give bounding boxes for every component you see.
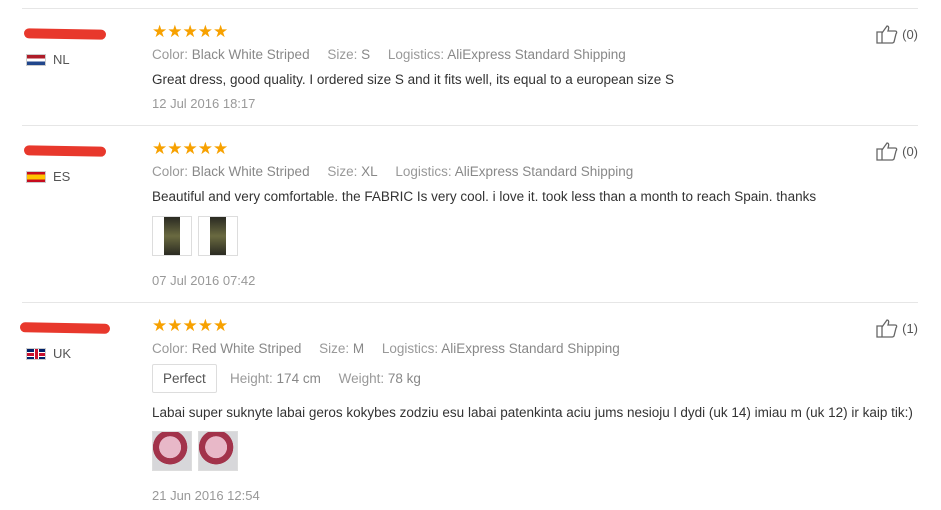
review-date: 12 Jul 2016 18:17 — [152, 96, 256, 111]
logistics-value: AliExpress Standard Shipping — [454, 164, 634, 179]
color-value: Black White Striped — [191, 47, 310, 62]
reviewer-country: ES — [26, 169, 70, 184]
size-value: XL — [361, 164, 378, 179]
review-photos — [152, 216, 238, 256]
review-date: 21 Jun 2016 12:54 — [152, 488, 260, 503]
redacted-username — [19, 322, 111, 334]
review-photos — [152, 431, 238, 471]
review-text: Beautiful and very comfortable. the FABR… — [152, 189, 817, 204]
fit-tag: Perfect — [152, 364, 217, 393]
color-value: Black White Striped — [191, 164, 310, 179]
thumbs-up-icon — [876, 25, 898, 44]
flag-nl-icon — [26, 53, 46, 66]
star-rating: ★★★★★ — [152, 139, 229, 158]
height-value: 174 cm — [276, 371, 321, 386]
country-code: ES — [53, 169, 71, 184]
size-value: S — [361, 47, 371, 62]
country-code: UK — [53, 346, 72, 361]
helpful-button[interactable]: (0) — [875, 24, 918, 44]
logistics-value: AliExpress Standard Shipping — [441, 341, 620, 356]
helpful-button[interactable]: (0) — [875, 141, 918, 161]
review-photo[interactable] — [152, 431, 192, 471]
reviewer-country: UK — [26, 346, 71, 361]
color-value: Red White Striped — [191, 341, 302, 356]
order-attributes: Color: Red White Striped Size: M Logisti… — [152, 341, 620, 356]
helpful-count: (1) — [902, 320, 918, 336]
thumbs-up-icon — [876, 319, 898, 338]
review-text: Labai super suknyte labai geros kokybes … — [152, 405, 913, 420]
review-item: NL ★★★★★ Color: Black White Striped Size… — [22, 8, 918, 126]
star-rating: ★★★★★ — [152, 22, 229, 41]
weight-value: 78 kg — [387, 371, 421, 386]
body-measurements: Height: 174 cm Weight: 78 kg — [230, 371, 421, 386]
review-item: ES ★★★★★ Color: Black White Striped Size… — [22, 125, 918, 303]
logistics-value: AliExpress Standard Shipping — [447, 47, 626, 62]
helpful-count: (0) — [902, 26, 918, 42]
review-photo[interactable] — [198, 431, 238, 471]
flag-uk-icon — [26, 347, 46, 360]
reviewer-country: NL — [26, 52, 70, 67]
helpful-count: (0) — [902, 143, 918, 159]
review-date: 07 Jul 2016 07:42 — [152, 273, 256, 288]
helpful-button[interactable]: (1) — [875, 318, 918, 338]
order-attributes: Color: Black White Striped Size: S Logis… — [152, 47, 626, 62]
star-rating: ★★★★★ — [152, 316, 229, 335]
review-item: UK ★★★★★ Color: Red White Striped Size: … — [19, 302, 918, 510]
order-attributes: Color: Black White Striped Size: XL Logi… — [152, 164, 634, 179]
review-photo[interactable] — [152, 216, 192, 256]
redacted-username — [23, 145, 107, 157]
flag-es-icon — [26, 170, 46, 183]
redacted-username — [23, 28, 107, 40]
review-text: Great dress, good quality. I ordered siz… — [152, 72, 675, 87]
thumbs-up-icon — [876, 142, 898, 161]
review-photo[interactable] — [198, 216, 238, 256]
country-code: NL — [53, 52, 70, 67]
size-value: M — [352, 341, 365, 356]
